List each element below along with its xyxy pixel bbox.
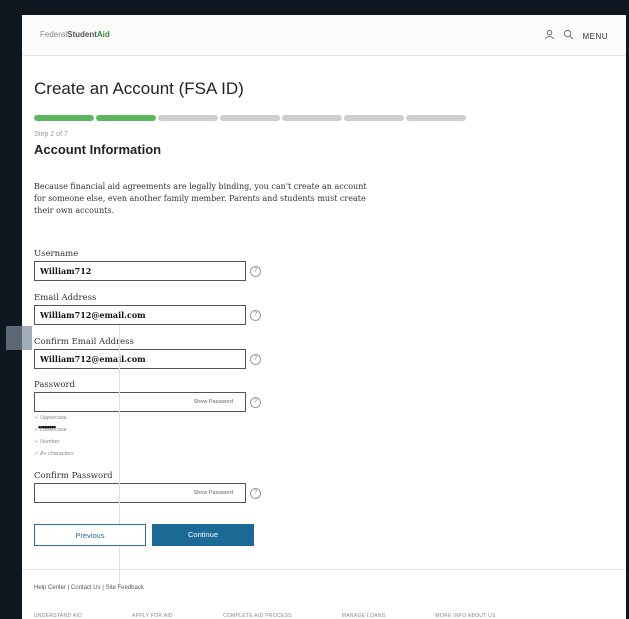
previous-button[interactable]: Previous: [34, 524, 146, 546]
password-label: Password: [34, 380, 76, 390]
page-title: Create an Account (FSA ID): [34, 79, 244, 98]
window-edge-overlay: [6, 326, 32, 350]
progress-step: [220, 115, 280, 121]
username-value: William712: [40, 266, 92, 276]
menu-button[interactable]: MENU: [582, 32, 608, 41]
username-label: Username: [34, 249, 79, 259]
email-field[interactable]: William712@email.com: [34, 305, 246, 325]
section-title: Account Information: [34, 142, 162, 157]
username-field[interactable]: William712: [34, 261, 246, 281]
requirement-lowercase: ✓ Lowercase: [34, 427, 67, 433]
divider: [119, 325, 120, 585]
show-confirm-password-toggle[interactable]: Show Password: [194, 484, 233, 502]
footer-divider: [22, 569, 626, 570]
progress-step: [406, 115, 466, 121]
footer-nav-item[interactable]: APPLY FOR AID: [132, 613, 173, 619]
progress-step: [282, 115, 342, 121]
site-header: FederalStudentAid MENU: [22, 15, 626, 56]
footer-links[interactable]: Help Center | Contact Us | Site Feedback: [34, 585, 144, 591]
requirement-label: Lowercase: [40, 427, 67, 433]
brand-student: Student: [67, 30, 97, 39]
requirement-label: Number: [40, 439, 60, 445]
intro-text: Because financial aid agreements are leg…: [34, 182, 367, 215]
footer-nav-item[interactable]: MANAGE LOANS: [342, 613, 386, 619]
progress-step: [96, 115, 156, 121]
confirm-password-field[interactable]: Show Password: [34, 483, 246, 503]
header-actions: MENU: [544, 27, 608, 45]
help-icon[interactable]: ?: [250, 488, 261, 499]
footer-nav: UNDERSTAND AID APPLY FOR AID COMPLETE AI…: [34, 613, 496, 619]
fsa-page: FederalStudentAid MENU Create an Account…: [22, 15, 626, 619]
footer-nav-item[interactable]: MORE INFO ABOUT US: [435, 613, 495, 619]
footer-nav-item[interactable]: COMPLETE AID PROCESS: [223, 613, 292, 619]
requirement-length: ✓ 8+ characters: [34, 451, 74, 457]
confirm-email-value: William712@email.com: [40, 354, 146, 364]
requirement-label: Uppercase: [40, 415, 67, 421]
email-label: Email Address: [34, 293, 97, 303]
brand-prefix: Federal: [40, 30, 68, 39]
fsa-logo[interactable]: FederalStudentAid: [40, 30, 110, 39]
step-indicator: Step 2 of 7: [34, 131, 68, 138]
progress-step: [344, 115, 404, 121]
requirement-uppercase: ✓ Uppercase: [34, 415, 67, 421]
search-icon[interactable]: [563, 27, 574, 45]
progress-step: [158, 115, 218, 121]
password-field[interactable]: Show Password: [34, 392, 246, 412]
brand-aid: Aid: [96, 30, 110, 39]
requirement-number: ✓ Number: [34, 439, 60, 445]
help-icon[interactable]: ?: [250, 354, 261, 365]
confirm-email-field[interactable]: William712@email.com: [34, 349, 246, 369]
help-icon[interactable]: ?: [250, 266, 261, 277]
confirm-password-label: Confirm Password: [34, 471, 113, 481]
requirement-label: 8+ characters: [40, 451, 74, 457]
progress-bar: [34, 115, 466, 121]
show-password-toggle[interactable]: Show Password: [194, 393, 233, 411]
help-icon[interactable]: ?: [250, 397, 261, 408]
user-icon[interactable]: [544, 27, 555, 45]
progress-step: [34, 115, 94, 121]
help-icon[interactable]: ?: [250, 310, 261, 321]
email-value: William712@email.com: [40, 310, 146, 320]
footer-nav-item[interactable]: UNDERSTAND AID: [34, 613, 82, 619]
continue-button[interactable]: Continue: [152, 524, 254, 546]
